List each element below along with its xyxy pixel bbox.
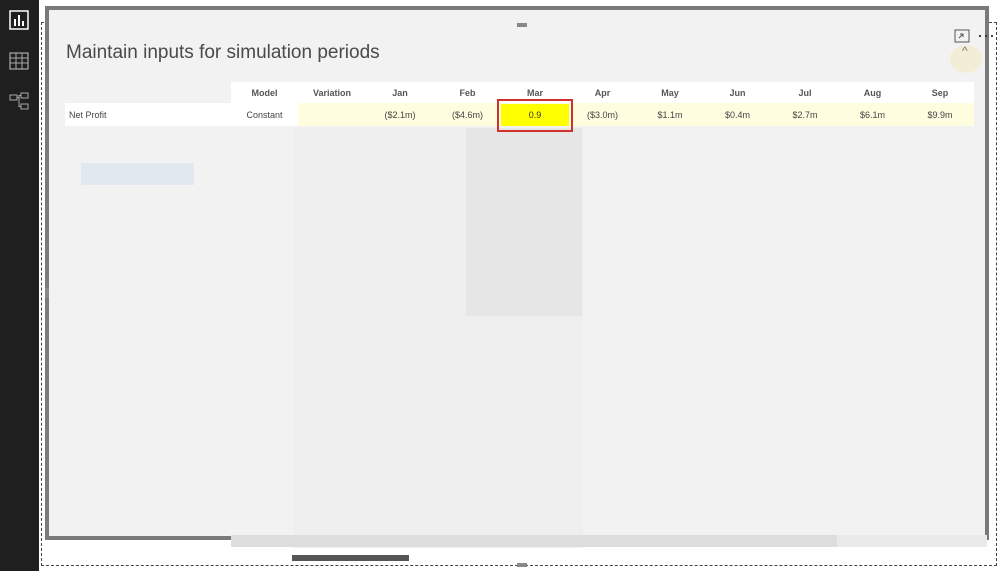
value-cell-feb[interactable]: ($4.6m) <box>434 103 501 126</box>
more-options-icon[interactable]: ⋯ <box>977 26 996 47</box>
model-view-icon[interactable] <box>7 90 31 114</box>
value-cell-jun[interactable]: $0.4m <box>704 103 771 126</box>
resize-handle-left[interactable] <box>45 288 49 298</box>
horizontal-scrollbar-thumb[interactable] <box>231 535 837 547</box>
column-header: Jan <box>366 82 434 103</box>
resize-handle-top[interactable] <box>517 23 527 27</box>
column-header: Model <box>231 82 298 103</box>
value-cell-aug[interactable]: $6.1m <box>839 103 906 126</box>
value-cell-jan[interactable]: ($2.1m) <box>366 103 434 126</box>
value-cell-sep[interactable]: $9.9m <box>906 103 974 126</box>
column-header: Apr <box>569 82 636 103</box>
column-header: May <box>636 82 704 103</box>
column-header: Variation <box>298 82 366 103</box>
dialog-title: Maintain inputs for simulation periods <box>66 42 380 63</box>
variation-cell[interactable] <box>298 103 366 126</box>
active-cell-highlight <box>497 99 573 132</box>
data-view-icon[interactable] <box>7 49 31 73</box>
background-tab-strip <box>292 555 409 561</box>
background-dropdown <box>466 128 582 316</box>
row-label-header <box>65 82 231 103</box>
model-cell[interactable]: Constant <box>231 103 298 126</box>
column-header: Jun <box>704 82 771 103</box>
background-node-pill <box>81 163 194 185</box>
collapse-chevron-icon[interactable]: ^ <box>962 44 968 58</box>
column-header: Jul <box>771 82 839 103</box>
value-cell-apr[interactable]: ($3.0m) <box>569 103 636 126</box>
value-cell-jul[interactable]: $2.7m <box>771 103 839 126</box>
column-header: Aug <box>839 82 906 103</box>
report-view-icon[interactable] <box>7 8 31 32</box>
column-header: Sep <box>906 82 974 103</box>
row-label: Net Profit <box>65 103 231 126</box>
column-header: Feb <box>434 82 501 103</box>
resize-handle-bottom[interactable] <box>517 563 527 567</box>
value-cell-may[interactable]: $1.1m <box>636 103 704 126</box>
left-nav-rail <box>0 0 39 571</box>
focus-mode-icon[interactable] <box>954 29 970 45</box>
